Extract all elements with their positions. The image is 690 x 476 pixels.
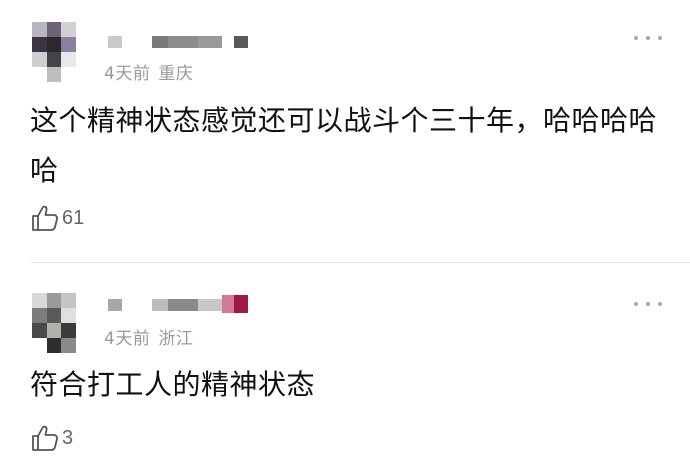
avatar[interactable]	[32, 22, 90, 82]
avatar-pixel	[46, 308, 61, 323]
username-pixel	[122, 36, 152, 48]
comment-location: 浙江	[158, 329, 194, 349]
thumbs-up-icon	[32, 205, 58, 231]
like-button[interactable]: 61	[30, 203, 84, 233]
comment-meta: 4天前 重庆	[104, 59, 193, 84]
avatar-pixel	[32, 293, 47, 308]
username-pixel	[108, 299, 122, 311]
avatar-pixel	[46, 338, 61, 353]
avatar-pixel	[75, 323, 90, 338]
username-pixel	[122, 299, 152, 311]
avatar-pixel	[61, 293, 76, 308]
comment-meta: 4天前 浙江	[104, 324, 193, 349]
username-pixel	[234, 36, 248, 48]
username-pixel	[108, 36, 122, 48]
comment-item: 4天前 浙江 符合打工人的精神状态 3	[0, 263, 690, 476]
more-options-icon[interactable]	[634, 34, 662, 42]
username-pixel	[168, 36, 198, 48]
avatar-pixel	[75, 67, 90, 82]
more-options-icon[interactable]	[634, 300, 662, 308]
username[interactable]	[108, 295, 248, 313]
avatar-pixel	[75, 52, 90, 67]
comment-text: 这个精神状态感觉还可以战斗个三十年，哈哈哈哈哈	[30, 104, 658, 187]
avatar-pixel	[75, 338, 90, 353]
avatar-pixel	[75, 308, 90, 323]
avatar-pixel	[61, 22, 76, 37]
avatar-pixel	[46, 52, 61, 67]
comment-text: 符合打工人的精神状态	[30, 368, 316, 401]
username-pixel	[198, 299, 222, 311]
avatar-pixel	[46, 293, 61, 308]
avatar-pixel	[75, 293, 90, 308]
avatar-pixel	[32, 22, 47, 37]
avatar-pixel	[61, 323, 76, 338]
username-pixel	[168, 299, 198, 311]
username-pixel	[152, 299, 168, 311]
avatar-pixel	[32, 323, 47, 338]
username[interactable]	[108, 34, 248, 50]
avatar-pixel	[61, 338, 76, 353]
avatar-pixel	[32, 67, 47, 82]
avatar-pixel	[75, 22, 90, 37]
avatar[interactable]	[32, 293, 90, 353]
avatar-pixel	[61, 37, 76, 52]
like-count: 3	[62, 426, 74, 449]
avatar-pixel	[61, 52, 76, 67]
avatar-pixel	[75, 37, 90, 52]
comment-item: 4天前 重庆 这个精神状态感觉还可以战斗个三十年，哈哈哈哈哈 61	[0, 0, 690, 262]
avatar-pixel	[32, 52, 47, 67]
username-pixel	[222, 36, 234, 48]
avatar-pixel	[46, 22, 61, 37]
comment-location: 重庆	[158, 64, 194, 84]
comment-time: 4天前	[104, 329, 151, 349]
username-pixel	[234, 295, 248, 313]
avatar-pixel	[46, 37, 61, 52]
avatar-pixel	[32, 308, 47, 323]
like-button[interactable]: 3	[30, 423, 73, 453]
username-pixel	[198, 36, 222, 48]
avatar-pixel	[61, 308, 76, 323]
thumbs-up-icon	[32, 425, 58, 451]
comment-time: 4天前	[104, 64, 151, 84]
avatar-pixel	[46, 67, 61, 82]
username-pixel	[222, 295, 234, 313]
like-count: 61	[62, 206, 85, 229]
avatar-pixel	[32, 37, 47, 52]
avatar-pixel	[46, 323, 61, 338]
avatar-pixel	[61, 67, 76, 82]
username-pixel	[152, 36, 168, 48]
avatar-pixel	[32, 338, 47, 353]
